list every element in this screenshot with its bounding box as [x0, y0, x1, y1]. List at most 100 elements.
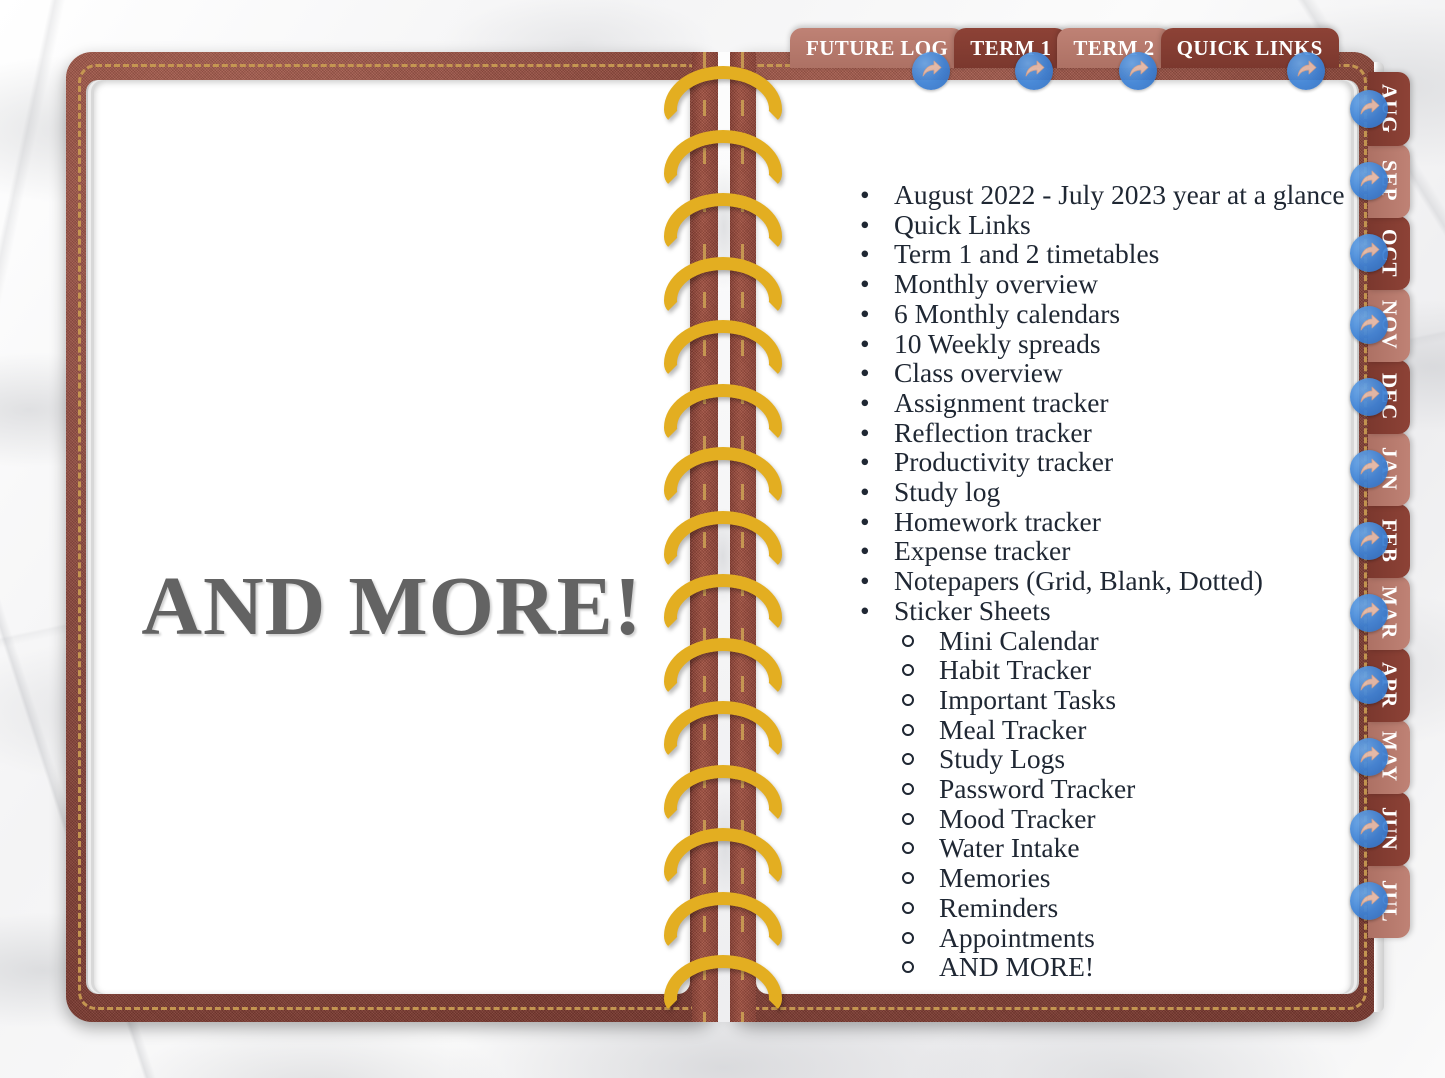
spiral-ring — [664, 637, 782, 696]
spiral-ring — [664, 701, 782, 759]
feature-list-primary: • August 2022 - July 2023 year at a glanc… — [852, 179, 1345, 626]
month-tab-feb[interactable]: FEB — [1350, 504, 1410, 578]
bullet-circle-icon — [902, 842, 914, 855]
feature-item-label: Notepapers (Grid, Blank, Dotted) — [894, 565, 1263, 597]
sticker-sheet-item: Appointments — [894, 922, 1313, 953]
bullet-dot-icon: • — [860, 446, 870, 478]
arrow-right-icon[interactable] — [1350, 234, 1388, 272]
feature-item: • Term 1 and 2 timetables — [852, 239, 1313, 269]
bullet-dot-icon: • — [860, 327, 870, 359]
month-tab-may[interactable]: MAY — [1350, 720, 1410, 794]
arrow-right-icon[interactable] — [1118, 52, 1157, 90]
sticker-sheet-item-label: Password Tracker — [939, 773, 1136, 805]
month-tab-nov[interactable]: NOV — [1350, 288, 1410, 362]
arrow-right-icon[interactable] — [1350, 810, 1388, 848]
planner-spread: AND MORE! • August 2022 - July 2023 year … — [0, 0, 1445, 1078]
top-tab-future-log[interactable]: FUTURE LOG — [790, 28, 965, 90]
feature-item-label: Study log — [894, 476, 1001, 508]
feature-list-sub-wrap: Mini Calendar Habit Tracker Important Task… — [852, 625, 1313, 982]
feature-item: • Study log — [852, 477, 1313, 507]
top-tab-quick-links[interactable]: QUICK LINKS — [1160, 28, 1339, 90]
month-tab-jul[interactable]: JUL — [1350, 864, 1410, 938]
feature-item: • Sticker Sheets — [852, 595, 1313, 626]
spiral-ring — [664, 383, 782, 442]
month-tab-mar[interactable]: MAR — [1350, 576, 1410, 650]
bullet-circle-icon — [902, 901, 914, 914]
sticker-sheet-item: AND MORE! — [894, 952, 1313, 982]
month-tab-dec[interactable]: DEC — [1350, 360, 1410, 434]
feature-item: • 6 Monthly calendars — [852, 297, 1313, 329]
bullet-dot-icon: • — [860, 505, 870, 537]
arrow-right-icon[interactable] — [1350, 306, 1388, 344]
sticker-sheet-item: Study Logs — [894, 744, 1313, 774]
arrow-right-icon[interactable] — [1350, 738, 1388, 776]
sticker-sheet-item-label: AND MORE! — [939, 951, 1095, 983]
left-page: AND MORE! — [94, 80, 690, 994]
month-tab-jan[interactable]: JAN — [1350, 432, 1410, 506]
bullet-dot-icon: • — [860, 476, 870, 508]
sticker-sheet-item: Memories — [894, 863, 1313, 893]
arrow-right-icon[interactable] — [1350, 378, 1388, 416]
month-tab-bar: AUG SEP OCT NOV DEC JAN FEB MAR APR MAY JUN JUL — [1350, 72, 1410, 938]
feature-item: • August 2022 - July 2023 year at a glanc… — [852, 179, 1345, 210]
feature-item-label: August 2022 - July 2023 year at a glance — [894, 179, 1345, 210]
bullet-dot-icon: • — [860, 386, 870, 418]
bullet-dot-icon: • — [860, 416, 870, 448]
sticker-sheet-item: Water Intake — [894, 833, 1313, 863]
month-tab-jun[interactable]: JUN — [1350, 792, 1410, 866]
feature-item: • Expense tracker — [852, 536, 1313, 566]
spiral-ring — [664, 193, 782, 251]
bullet-circle-icon — [902, 872, 914, 885]
feature-item-label: 10 Weekly spreads — [894, 327, 1101, 359]
bullet-dot-icon: • — [860, 565, 870, 597]
arrow-right-icon[interactable] — [912, 52, 951, 90]
spiral-ring — [664, 510, 782, 569]
feature-item-label: Productivity tracker — [894, 446, 1114, 478]
arrow-right-icon[interactable] — [1350, 882, 1388, 920]
spiral-ring — [664, 764, 782, 823]
arrow-right-icon[interactable] — [1350, 666, 1388, 704]
notebook-spine — [660, 52, 786, 1022]
feature-item-label: Assignment tracker — [894, 386, 1109, 418]
bullet-dot-icon: • — [860, 297, 870, 329]
arrow-right-icon[interactable] — [1350, 162, 1388, 200]
feature-item: • Reflection tracker — [852, 416, 1313, 448]
spiral-ring — [664, 256, 782, 315]
top-tab-term-1[interactable]: TERM 1 — [954, 28, 1068, 90]
feature-item-label: Homework tracker — [894, 505, 1101, 537]
feature-item: • 10 Weekly spreads — [852, 327, 1313, 359]
feature-item: • Productivity tracker — [852, 447, 1313, 477]
top-tab-term-2[interactable]: TERM 2 — [1057, 28, 1171, 90]
bullet-circle-icon — [902, 723, 914, 736]
bullet-dot-icon: • — [860, 208, 870, 240]
arrow-right-icon[interactable] — [1286, 52, 1325, 90]
and-more-headline: AND MORE! — [141, 560, 643, 653]
month-tab-aug[interactable]: AUG — [1350, 72, 1410, 146]
feature-item: • Quick Links — [852, 208, 1313, 240]
month-tab-oct[interactable]: OCT — [1350, 216, 1410, 290]
spiral-ring — [664, 447, 782, 505]
arrow-right-icon[interactable] — [1350, 450, 1388, 488]
sticker-sheet-item: Password Tracker — [894, 774, 1313, 804]
arrow-right-icon[interactable] — [1350, 594, 1388, 632]
sticker-sheet-item-label: Memories — [939, 862, 1051, 894]
sticker-sheet-item-label: Meal Tracker — [939, 713, 1087, 745]
bullet-dot-icon: • — [860, 179, 870, 210]
sticker-sheet-item-label: Reminders — [939, 891, 1059, 923]
feature-item: • Notepapers (Grid, Blank, Dotted) — [852, 566, 1313, 596]
month-tab-sep[interactable]: SEP — [1350, 144, 1410, 218]
bullet-circle-icon — [902, 693, 914, 706]
feature-list-sub: Mini Calendar Habit Tracker Important Task… — [894, 625, 1313, 982]
feature-item: • Assignment tracker — [852, 388, 1313, 418]
sticker-sheet-item: Habit Tracker — [894, 655, 1313, 685]
bullet-circle-icon — [902, 753, 914, 766]
month-tab-apr[interactable]: APR — [1350, 648, 1410, 722]
bullet-circle-icon — [902, 961, 914, 974]
sticker-sheet-item: Mood Tracker — [894, 803, 1313, 834]
feature-list: • August 2022 - July 2023 year at a glanc… — [852, 179, 1345, 982]
right-cover: • August 2022 - July 2023 year at a glanc… — [728, 52, 1379, 1022]
top-tab-bar: FUTURE LOG TERM 1 TERM 2 QUICK LINKS — [790, 28, 1339, 90]
arrow-right-icon[interactable] — [1350, 522, 1388, 560]
feature-item: • Class overview — [852, 358, 1313, 388]
arrow-right-icon[interactable] — [1350, 90, 1388, 128]
